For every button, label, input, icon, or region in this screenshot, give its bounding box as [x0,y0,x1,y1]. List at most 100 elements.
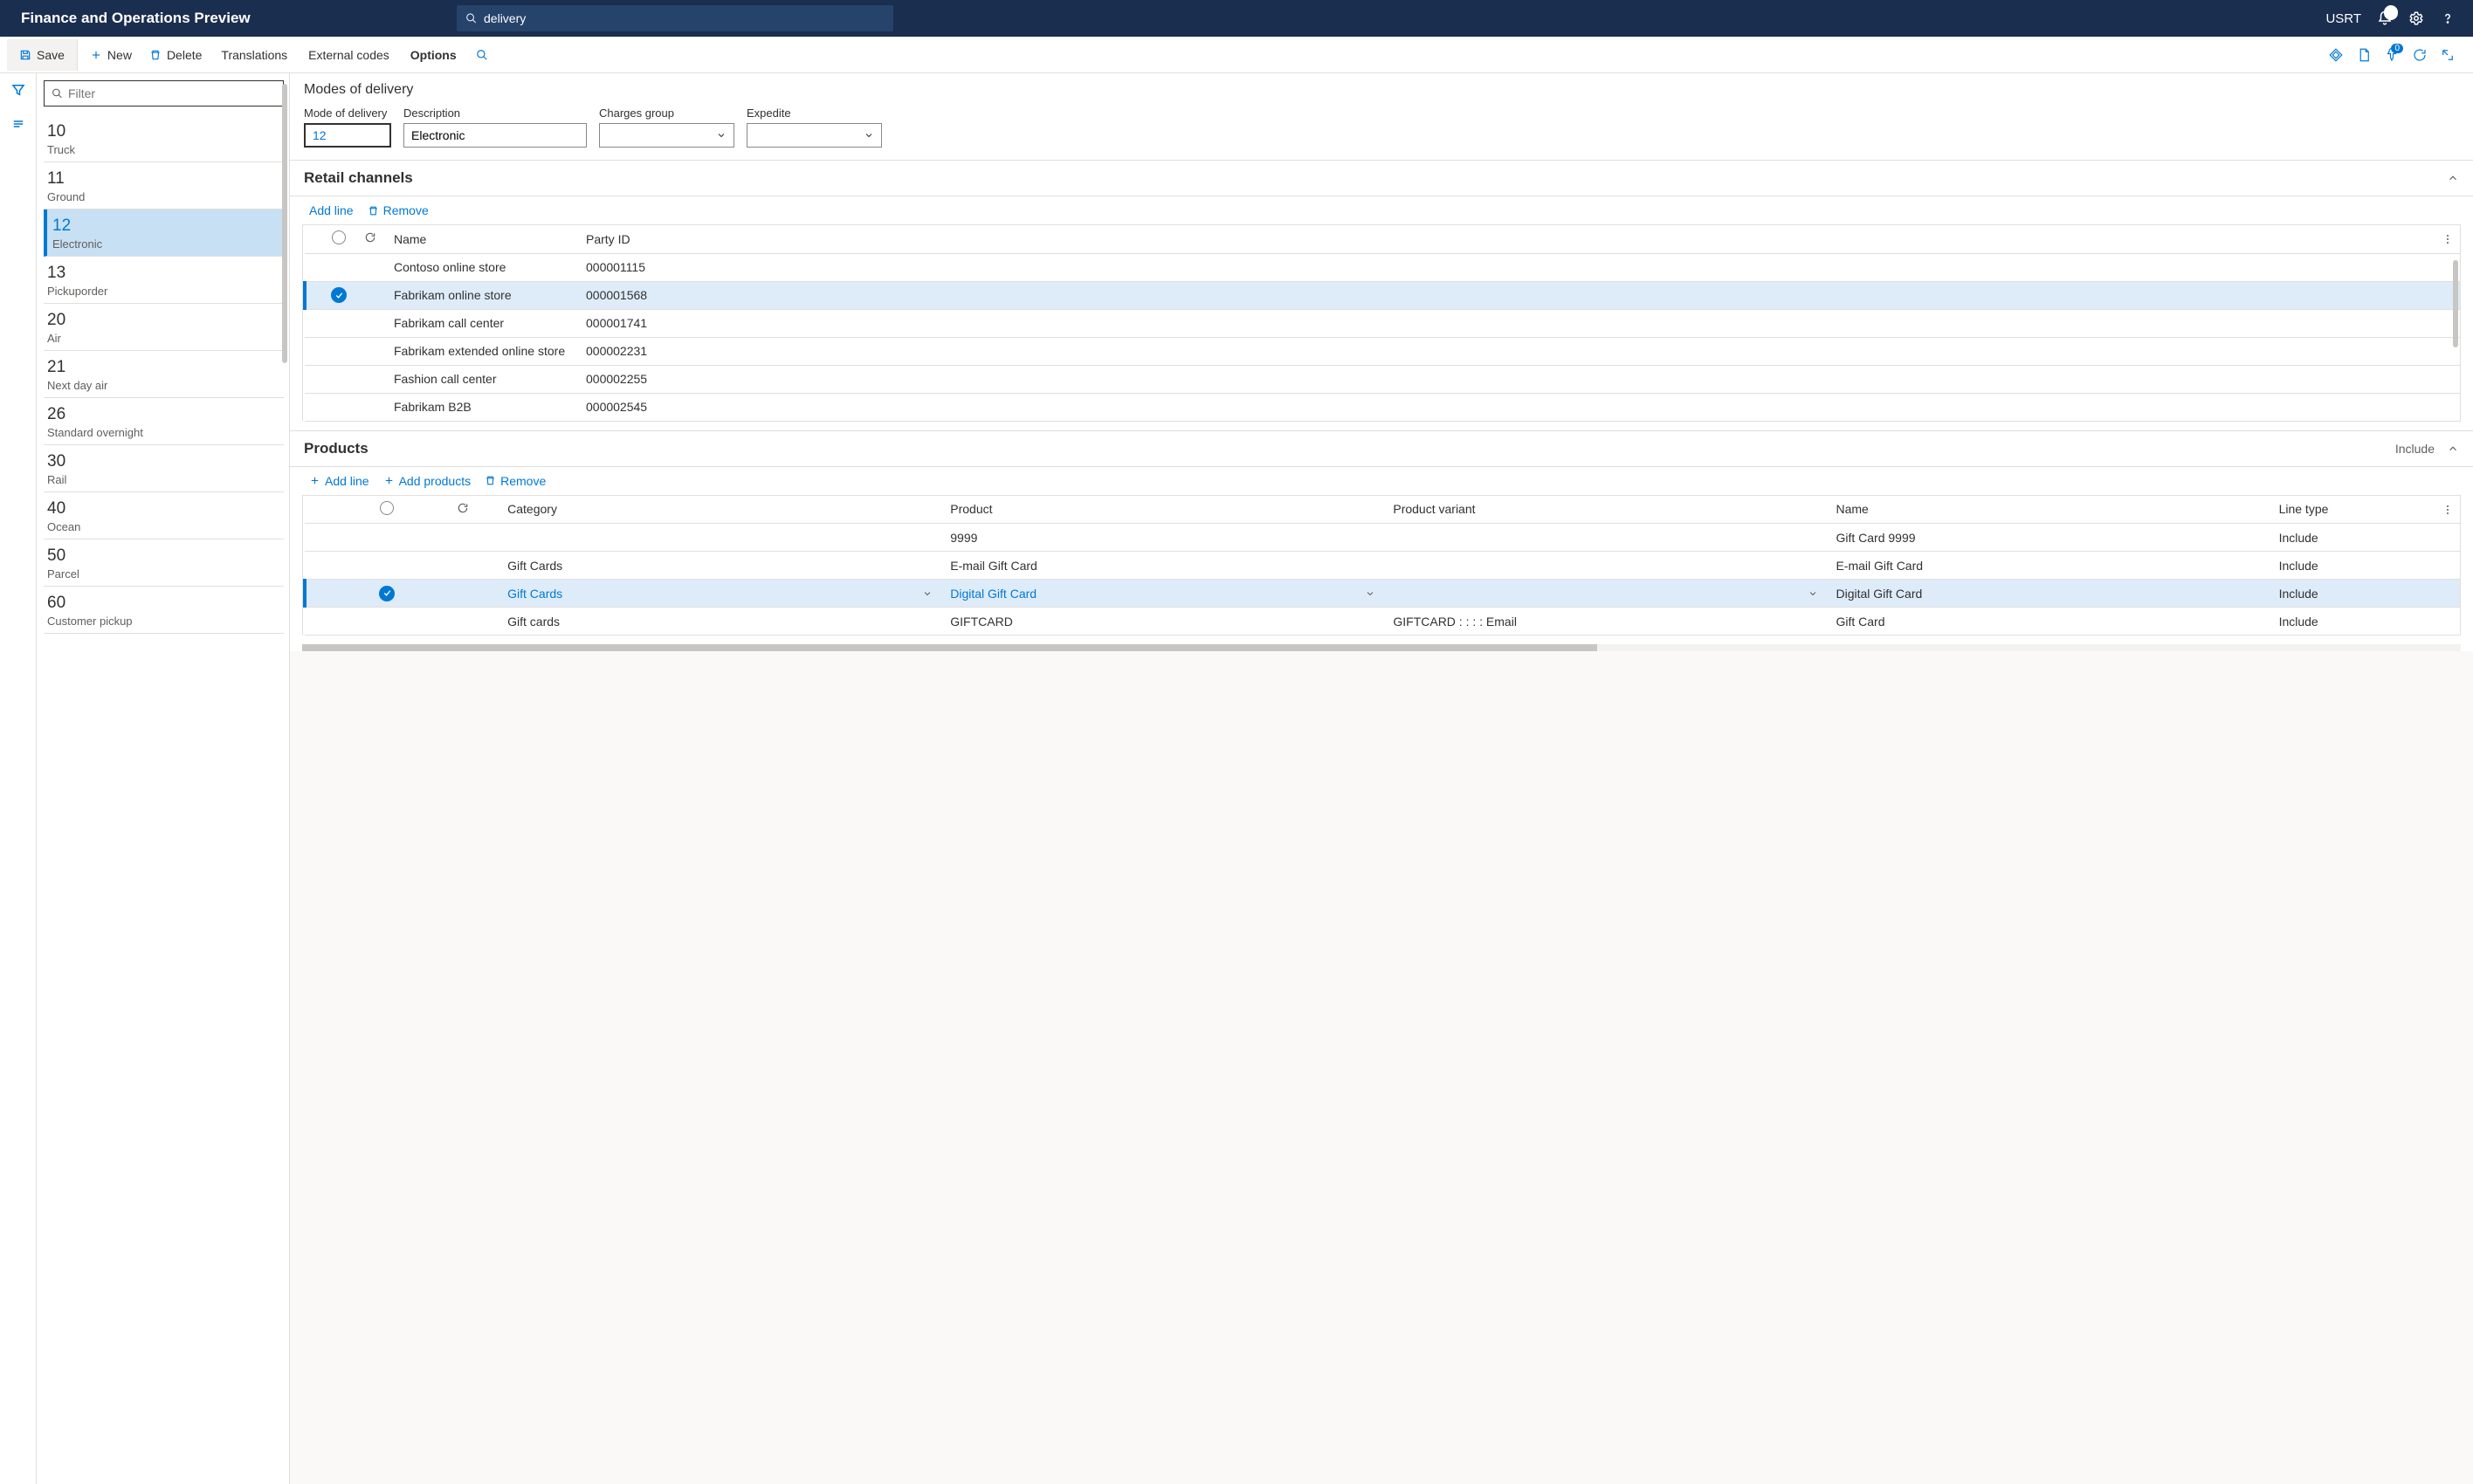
sidebar-item-mode[interactable]: 60Customer pickup [44,587,284,634]
sidebar-item-mode[interactable]: 26Standard overnight [44,398,284,445]
company-code[interactable]: USRT [2325,11,2361,26]
table-row[interactable]: Fabrikam call center000001741 [305,309,2460,337]
plus-icon [309,475,320,486]
row-checked-icon[interactable] [331,287,347,303]
col-category[interactable]: Category [499,496,941,524]
table-row[interactable]: 9999Gift Card 9999Include [305,524,2460,552]
refresh-button[interactable] [2412,47,2428,63]
delete-label: Delete [167,48,202,62]
table-row[interactable]: Gift cardsGIFTCARDGIFTCARD : : : : Email… [305,608,2460,636]
cell-category[interactable]: Gift Cards [507,587,562,601]
action-bar: Save New Delete Translations External co… [0,37,2473,73]
cell-name: Fashion call center [385,365,577,393]
table-row[interactable]: Fashion call center000002255 [305,365,2460,393]
cell-product[interactable]: Digital Gift Card [950,587,1037,601]
cell-linetype: Include [2270,524,2460,552]
chevron-up-icon[interactable] [2447,172,2459,184]
mode-code: 40 [47,499,280,519]
sidebar-scrollbar[interactable] [282,84,287,363]
sidebar-item-mode[interactable]: 30Rail [44,445,284,492]
global-search-input[interactable] [484,11,885,25]
charges-select[interactable] [599,123,734,148]
sidebar-item-mode[interactable]: 10Truck [44,115,284,162]
desc-input[interactable] [403,123,587,148]
refresh-icon [2412,47,2428,63]
help-button[interactable] [2440,10,2456,26]
cell-product: E-mail Gift Card [950,559,1037,573]
cell-category: Gift cards [507,615,560,629]
pins-button[interactable]: 0 [2384,47,2400,63]
sidebar-item-mode[interactable]: 13Pickuporder [44,257,284,304]
table-row[interactable]: Gift CardsE-mail Gift CardE-mail Gift Ca… [305,552,2460,580]
table-row[interactable]: Fabrikam extended online store000002231 [305,337,2460,365]
retail-grid-more[interactable] [2441,232,2455,249]
cell-party: 000001568 [577,281,2460,309]
expedite-select[interactable] [747,123,882,148]
sidebar-item-mode[interactable]: 50Parcel [44,539,284,587]
products-add-products[interactable]: Add products [383,474,472,488]
table-row[interactable]: Fabrikam B2B000002545 [305,393,2460,421]
table-row[interactable]: Contoso online store000001115 [305,253,2460,281]
options-button[interactable]: Options [400,45,467,65]
filter-input[interactable] [68,86,276,100]
expedite-label: Expedite [747,106,882,120]
chevron-up-icon[interactable] [2447,443,2459,455]
charges-label: Charges group [599,106,734,120]
popout-button[interactable] [2440,47,2456,63]
col-name[interactable]: Name [385,225,577,253]
col-linetype[interactable]: Line type [2270,496,2460,524]
col-pname[interactable]: Name [1827,496,2270,524]
col-product[interactable]: Product [941,496,1384,524]
save-icon [19,49,31,61]
save-button[interactable]: Save [7,39,78,71]
mode-name: Pickuporder [47,285,280,298]
sidebar-item-mode[interactable]: 40Ocean [44,492,284,539]
settings-button[interactable] [2408,10,2424,26]
mode-code: 12 [52,216,280,236]
cell-party: 000002545 [577,393,2460,421]
select-all-radio[interactable] [332,230,346,244]
page-icon [2356,47,2372,63]
products-remove[interactable]: Remove [485,474,546,488]
row-checked-icon[interactable] [379,586,395,601]
notifications-button[interactable]: 4 [2377,10,2393,26]
funnel-icon [10,82,26,98]
new-button[interactable]: New [81,45,141,65]
products-add-products-label: Add products [399,474,472,488]
external-codes-button[interactable]: External codes [298,45,400,65]
attachments-button[interactable] [2356,47,2372,63]
refresh-icon[interactable] [457,502,469,514]
content-area: Modes of delivery Mode of delivery Descr… [290,73,2473,1484]
col-party[interactable]: Party ID [577,225,2460,253]
products-add-line[interactable]: Add line [309,474,369,488]
global-search[interactable] [457,5,893,31]
table-row[interactable]: Fabrikam online store000001568 [305,281,2460,309]
cell-name: Fabrikam call center [385,309,577,337]
list-rail-button[interactable] [10,116,26,134]
select-all-radio[interactable] [380,501,394,515]
products-horizontal-scrollbar[interactable] [302,644,2461,651]
sidebar-item-mode[interactable]: 11Ground [44,162,284,210]
retail-add-line[interactable]: Add line [309,203,354,217]
workspace-icon-button[interactable] [2328,47,2344,63]
products-grid-more[interactable] [2441,503,2455,519]
mode-input[interactable] [304,123,391,148]
filter-rail-button[interactable] [10,82,26,100]
filter-box[interactable] [44,80,284,106]
mode-code: 26 [47,405,280,424]
action-search-button[interactable] [467,45,497,65]
include-toggle[interactable]: Include [2395,442,2435,456]
retail-scrollbar[interactable] [2453,260,2458,347]
sidebar-item-mode[interactable]: 12Electronic [44,210,284,257]
search-icon [52,87,63,100]
sidebar-item-mode[interactable]: 21Next day air [44,351,284,398]
refresh-icon[interactable] [364,231,376,244]
translations-button[interactable]: Translations [210,45,298,65]
table-row[interactable]: Gift CardsDigital Gift CardDigital Gift … [305,580,2460,608]
mode-code: 20 [47,311,280,330]
retail-remove[interactable]: Remove [368,203,429,217]
delete-button[interactable]: Delete [141,45,210,65]
more-vertical-icon [2441,503,2455,517]
sidebar-item-mode[interactable]: 20Air [44,304,284,351]
col-variant[interactable]: Product variant [1384,496,1827,524]
